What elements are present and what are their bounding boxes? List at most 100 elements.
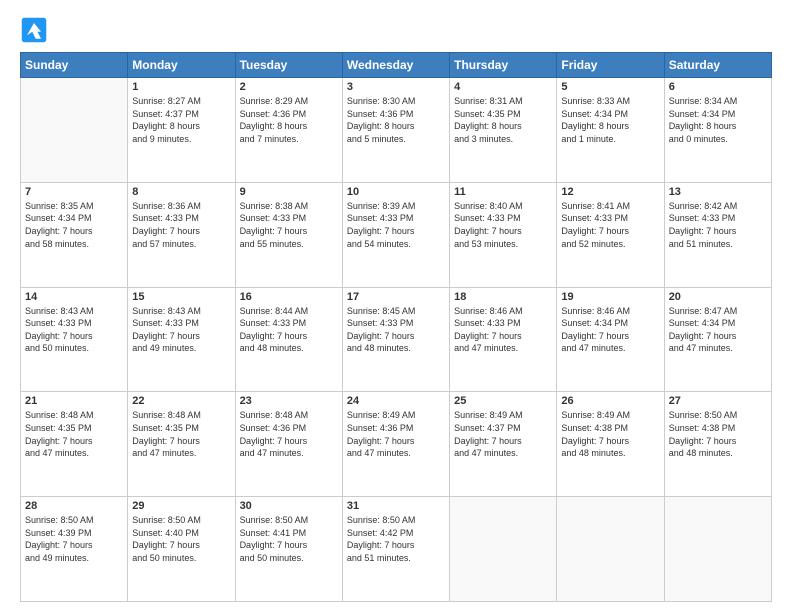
day-number: 17 <box>347 291 445 303</box>
cell-text: Sunrise: 8:30 AM Sunset: 4:36 PM Dayligh… <box>347 95 445 145</box>
calendar-cell: 22 Sunrise: 8:48 AM Sunset: 4:35 PM Dayli… <box>128 392 235 497</box>
cell-text: Sunrise: 8:49 AM Sunset: 4:36 PM Dayligh… <box>347 409 445 459</box>
calendar-cell: 24 Sunrise: 8:49 AM Sunset: 4:36 PM Dayli… <box>342 392 449 497</box>
day-number: 19 <box>561 291 659 303</box>
cell-text: Sunrise: 8:48 AM Sunset: 4:36 PM Dayligh… <box>240 409 338 459</box>
day-number: 27 <box>669 395 767 407</box>
calendar-cell: 14 Sunrise: 8:43 AM Sunset: 4:33 PM Dayli… <box>21 287 128 392</box>
calendar-week-1: 1 Sunrise: 8:27 AM Sunset: 4:37 PM Daylig… <box>21 78 772 183</box>
day-number: 31 <box>347 500 445 512</box>
calendar-cell <box>21 78 128 183</box>
calendar-week-2: 7 Sunrise: 8:35 AM Sunset: 4:34 PM Daylig… <box>21 182 772 287</box>
day-number: 24 <box>347 395 445 407</box>
logo <box>20 16 52 44</box>
cell-text: Sunrise: 8:38 AM Sunset: 4:33 PM Dayligh… <box>240 200 338 250</box>
day-number: 6 <box>669 81 767 93</box>
cell-text: Sunrise: 8:48 AM Sunset: 4:35 PM Dayligh… <box>132 409 230 459</box>
day-number: 12 <box>561 186 659 198</box>
cell-text: Sunrise: 8:43 AM Sunset: 4:33 PM Dayligh… <box>25 305 123 355</box>
calendar-cell: 21 Sunrise: 8:48 AM Sunset: 4:35 PM Dayli… <box>21 392 128 497</box>
logo-icon <box>20 16 48 44</box>
weekday-saturday: Saturday <box>664 53 771 78</box>
calendar-cell: 19 Sunrise: 8:46 AM Sunset: 4:34 PM Dayli… <box>557 287 664 392</box>
calendar-cell: 20 Sunrise: 8:47 AM Sunset: 4:34 PM Dayli… <box>664 287 771 392</box>
day-number: 4 <box>454 81 552 93</box>
calendar-cell: 25 Sunrise: 8:49 AM Sunset: 4:37 PM Dayli… <box>450 392 557 497</box>
cell-text: Sunrise: 8:46 AM Sunset: 4:33 PM Dayligh… <box>454 305 552 355</box>
calendar-cell: 10 Sunrise: 8:39 AM Sunset: 4:33 PM Dayli… <box>342 182 449 287</box>
day-number: 21 <box>25 395 123 407</box>
day-number: 20 <box>669 291 767 303</box>
day-number: 10 <box>347 186 445 198</box>
cell-text: Sunrise: 8:49 AM Sunset: 4:37 PM Dayligh… <box>454 409 552 459</box>
cell-text: Sunrise: 8:44 AM Sunset: 4:33 PM Dayligh… <box>240 305 338 355</box>
cell-text: Sunrise: 8:40 AM Sunset: 4:33 PM Dayligh… <box>454 200 552 250</box>
day-number: 16 <box>240 291 338 303</box>
weekday-friday: Friday <box>557 53 664 78</box>
cell-text: Sunrise: 8:50 AM Sunset: 4:40 PM Dayligh… <box>132 514 230 564</box>
calendar-cell: 6 Sunrise: 8:34 AM Sunset: 4:34 PM Daylig… <box>664 78 771 183</box>
day-number: 11 <box>454 186 552 198</box>
weekday-wednesday: Wednesday <box>342 53 449 78</box>
cell-text: Sunrise: 8:39 AM Sunset: 4:33 PM Dayligh… <box>347 200 445 250</box>
weekday-sunday: Sunday <box>21 53 128 78</box>
calendar-cell: 27 Sunrise: 8:50 AM Sunset: 4:38 PM Dayli… <box>664 392 771 497</box>
calendar-cell: 13 Sunrise: 8:42 AM Sunset: 4:33 PM Dayli… <box>664 182 771 287</box>
calendar-cell: 15Sunrise: 8:43 AM Sunset: 4:33 PM Dayli… <box>128 287 235 392</box>
day-number: 23 <box>240 395 338 407</box>
calendar-cell: 5Sunrise: 8:33 AM Sunset: 4:34 PM Daylig… <box>557 78 664 183</box>
page: SundayMondayTuesdayWednesdayThursdayFrid… <box>0 0 792 612</box>
day-number: 13 <box>669 186 767 198</box>
cell-text: Sunrise: 8:46 AM Sunset: 4:34 PM Dayligh… <box>561 305 659 355</box>
day-number: 8 <box>132 186 230 198</box>
cell-text: Sunrise: 8:50 AM Sunset: 4:38 PM Dayligh… <box>669 409 767 459</box>
calendar-week-5: 28 Sunrise: 8:50 AM Sunset: 4:39 PM Dayli… <box>21 497 772 602</box>
day-number: 30 <box>240 500 338 512</box>
cell-text: Sunrise: 8:36 AM Sunset: 4:33 PM Dayligh… <box>132 200 230 250</box>
cell-text: Sunrise: 8:31 AM Sunset: 4:35 PM Dayligh… <box>454 95 552 145</box>
calendar-cell: 30 Sunrise: 8:50 AM Sunset: 4:41 PM Dayli… <box>235 497 342 602</box>
day-number: 25 <box>454 395 552 407</box>
day-number: 28 <box>25 500 123 512</box>
day-number: 9 <box>240 186 338 198</box>
cell-text: Sunrise: 8:34 AM Sunset: 4:34 PM Dayligh… <box>669 95 767 145</box>
calendar-cell: 3Sunrise: 8:30 AM Sunset: 4:36 PM Daylig… <box>342 78 449 183</box>
cell-text: Sunrise: 8:49 AM Sunset: 4:38 PM Dayligh… <box>561 409 659 459</box>
calendar-cell: 23 Sunrise: 8:48 AM Sunset: 4:36 PM Dayli… <box>235 392 342 497</box>
day-number: 18 <box>454 291 552 303</box>
calendar-cell: 12Sunrise: 8:41 AM Sunset: 4:33 PM Dayli… <box>557 182 664 287</box>
calendar-cell: 8 Sunrise: 8:36 AM Sunset: 4:33 PM Daylig… <box>128 182 235 287</box>
calendar-body: 1 Sunrise: 8:27 AM Sunset: 4:37 PM Daylig… <box>21 78 772 602</box>
cell-text: Sunrise: 8:47 AM Sunset: 4:34 PM Dayligh… <box>669 305 767 355</box>
calendar-cell: 4 Sunrise: 8:31 AM Sunset: 4:35 PM Daylig… <box>450 78 557 183</box>
day-number: 29 <box>132 500 230 512</box>
calendar-cell <box>664 497 771 602</box>
day-number: 2 <box>240 81 338 93</box>
calendar-cell <box>450 497 557 602</box>
calendar-cell: 29 Sunrise: 8:50 AM Sunset: 4:40 PM Dayli… <box>128 497 235 602</box>
day-number: 22 <box>132 395 230 407</box>
day-number: 26 <box>561 395 659 407</box>
calendar-cell: 26 Sunrise: 8:49 AM Sunset: 4:38 PM Dayli… <box>557 392 664 497</box>
cell-text: Sunrise: 8:43 AM Sunset: 4:33 PM Dayligh… <box>132 305 230 355</box>
weekday-header-row: SundayMondayTuesdayWednesdayThursdayFrid… <box>21 53 772 78</box>
cell-text: Sunrise: 8:27 AM Sunset: 4:37 PM Dayligh… <box>132 95 230 145</box>
calendar-cell: 2 Sunrise: 8:29 AM Sunset: 4:36 PM Daylig… <box>235 78 342 183</box>
weekday-thursday: Thursday <box>450 53 557 78</box>
day-number: 14 <box>25 291 123 303</box>
cell-text: Sunrise: 8:45 AM Sunset: 4:33 PM Dayligh… <box>347 305 445 355</box>
calendar-table: SundayMondayTuesdayWednesdayThursdayFrid… <box>20 52 772 602</box>
calendar-cell: 9 Sunrise: 8:38 AM Sunset: 4:33 PM Daylig… <box>235 182 342 287</box>
cell-text: Sunrise: 8:50 AM Sunset: 4:42 PM Dayligh… <box>347 514 445 564</box>
day-number: 1 <box>132 81 230 93</box>
cell-text: Sunrise: 8:48 AM Sunset: 4:35 PM Dayligh… <box>25 409 123 459</box>
calendar-cell: 1 Sunrise: 8:27 AM Sunset: 4:37 PM Daylig… <box>128 78 235 183</box>
cell-text: Sunrise: 8:35 AM Sunset: 4:34 PM Dayligh… <box>25 200 123 250</box>
header <box>20 16 772 44</box>
cell-text: Sunrise: 8:50 AM Sunset: 4:41 PM Dayligh… <box>240 514 338 564</box>
cell-text: Sunrise: 8:33 AM Sunset: 4:34 PM Dayligh… <box>561 95 659 145</box>
cell-text: Sunrise: 8:50 AM Sunset: 4:39 PM Dayligh… <box>25 514 123 564</box>
cell-text: Sunrise: 8:29 AM Sunset: 4:36 PM Dayligh… <box>240 95 338 145</box>
cell-text: Sunrise: 8:42 AM Sunset: 4:33 PM Dayligh… <box>669 200 767 250</box>
day-number: 7 <box>25 186 123 198</box>
